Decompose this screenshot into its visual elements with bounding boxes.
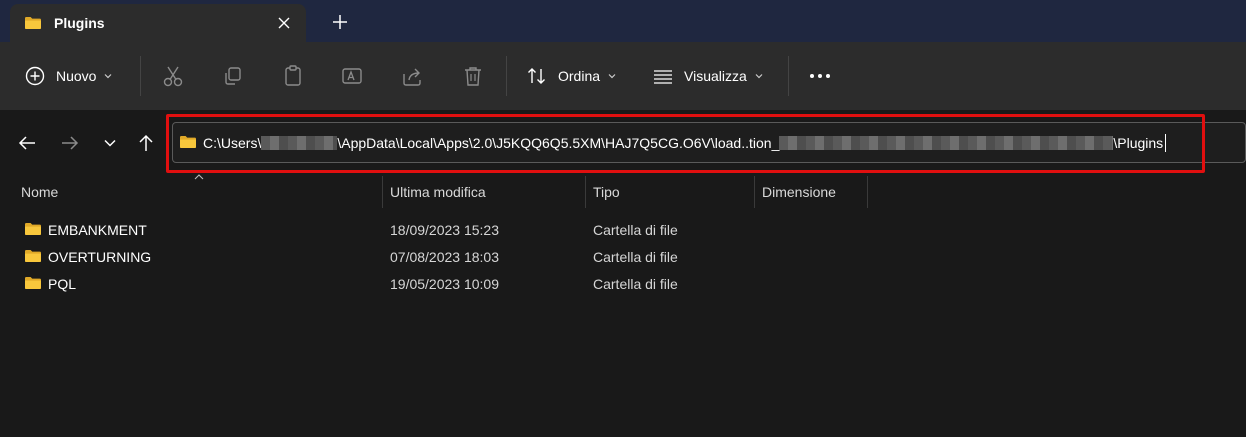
view-button[interactable]: Visualizza bbox=[652, 60, 764, 92]
list-item[interactable]: EMBANKMENT 18/09/2023 15:23 Cartella di … bbox=[0, 216, 1246, 243]
list-item[interactable]: PQL 19/05/2023 10:09 Cartella di file bbox=[0, 270, 1246, 297]
column-header-name[interactable]: Nome bbox=[0, 176, 382, 208]
sort-button[interactable]: Ordina bbox=[526, 60, 617, 92]
more-icon[interactable] bbox=[807, 60, 833, 92]
forward-icon[interactable] bbox=[59, 132, 81, 154]
chevron-down-icon bbox=[755, 74, 763, 79]
view-icon bbox=[654, 70, 672, 84]
toolbar-separator bbox=[788, 56, 789, 96]
item-name: OVERTURNING bbox=[48, 249, 152, 265]
up-icon[interactable] bbox=[135, 132, 157, 154]
column-header-size[interactable]: Dimensione bbox=[755, 176, 867, 208]
column-divider[interactable] bbox=[867, 176, 868, 208]
list-item[interactable]: OVERTURNING 07/08/2023 18:03 Cartella di… bbox=[0, 243, 1246, 270]
navigation-bar: C:\Users\ \AppData\Local\Apps\2.0\J5KQQ6… bbox=[0, 110, 1246, 176]
column-header-type[interactable]: Tipo bbox=[586, 176, 754, 208]
close-icon[interactable] bbox=[274, 13, 294, 33]
chevron-down-icon bbox=[105, 74, 112, 79]
item-type: Cartella di file bbox=[593, 276, 678, 292]
column-header-label: Nome bbox=[21, 184, 59, 200]
share-icon[interactable] bbox=[400, 60, 424, 92]
column-header-label: Tipo bbox=[593, 184, 620, 200]
rename-icon[interactable] bbox=[340, 60, 364, 92]
cut-icon[interactable] bbox=[161, 60, 185, 92]
view-label: Visualizza bbox=[684, 68, 747, 84]
recent-icon[interactable] bbox=[99, 132, 121, 154]
new-icon bbox=[25, 66, 45, 86]
item-modified: 18/09/2023 15:23 bbox=[390, 222, 499, 238]
command-bar: Nuovo Ordina Visualizza bbox=[0, 42, 1246, 110]
tab-plugins[interactable]: Plugins bbox=[10, 4, 306, 42]
tab-strip: Plugins bbox=[0, 0, 1246, 42]
item-type: Cartella di file bbox=[593, 222, 678, 238]
folder-icon bbox=[24, 276, 42, 290]
paste-icon[interactable] bbox=[281, 60, 305, 92]
item-type: Cartella di file bbox=[593, 249, 678, 265]
new-button[interactable]: Nuovo bbox=[24, 60, 113, 92]
highlight-box bbox=[166, 114, 1205, 173]
item-modified: 07/08/2023 18:03 bbox=[390, 249, 499, 265]
sort-icon bbox=[528, 68, 545, 84]
item-name: EMBANKMENT bbox=[48, 222, 147, 238]
plus-icon[interactable] bbox=[328, 10, 352, 34]
toolbar-separator bbox=[506, 56, 507, 96]
back-icon[interactable] bbox=[16, 132, 38, 154]
chevron-down-icon bbox=[608, 74, 616, 79]
item-modified: 19/05/2023 10:09 bbox=[390, 276, 499, 292]
column-header-modified[interactable]: Ultima modifica bbox=[383, 176, 585, 208]
folder-icon bbox=[24, 16, 42, 30]
sort-label: Ordina bbox=[558, 68, 601, 84]
folder-icon bbox=[24, 249, 42, 263]
copy-icon[interactable] bbox=[221, 60, 245, 92]
delete-icon[interactable] bbox=[461, 60, 485, 92]
folder-icon bbox=[24, 222, 42, 236]
tab-title: Plugins bbox=[54, 15, 105, 31]
item-name: PQL bbox=[48, 276, 77, 292]
toolbar-separator bbox=[140, 56, 141, 96]
column-header-label: Ultima modifica bbox=[390, 184, 486, 200]
column-header-label: Dimensione bbox=[762, 184, 836, 200]
new-label: Nuovo bbox=[56, 68, 97, 84]
